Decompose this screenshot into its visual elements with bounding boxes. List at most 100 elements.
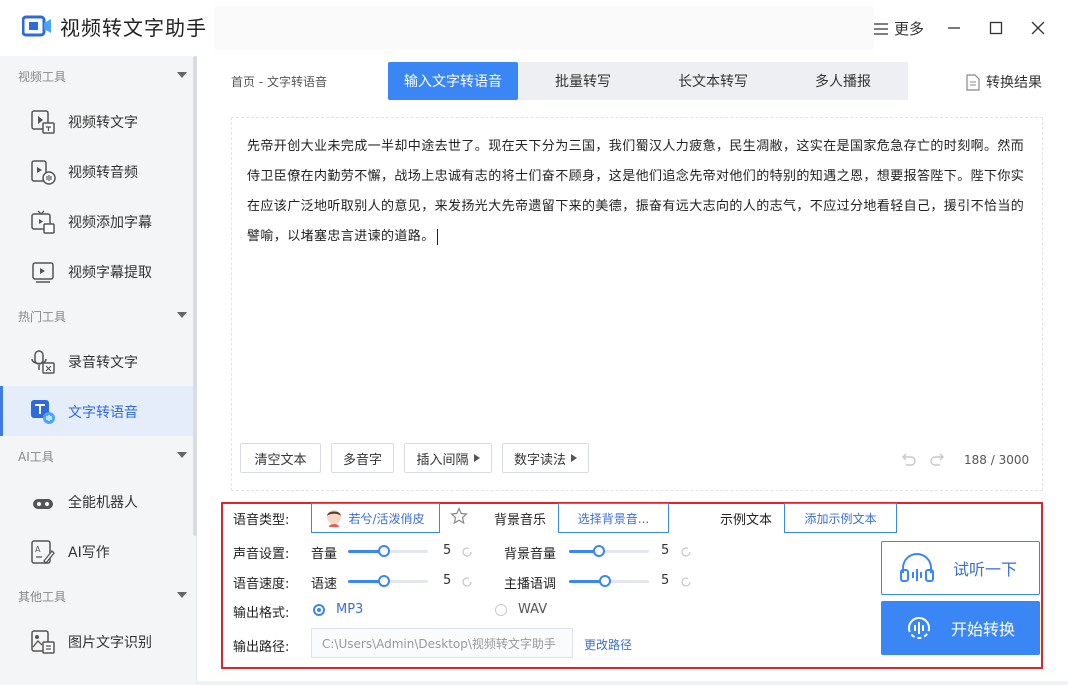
char-count-separator: /: [990, 453, 995, 467]
char-max: 3000: [998, 453, 1030, 467]
reset-volume-icon[interactable]: [461, 546, 473, 558]
listen-label: 试听一下: [953, 560, 1018, 579]
sidebar-item-label: 视频转音频: [68, 165, 138, 181]
sidebar-item-text-to-speech[interactable]: 文字转语音: [0, 386, 193, 436]
add-sample-text-button[interactable]: 添加示例文本: [784, 503, 897, 533]
sidebar-item-label: AI写作: [68, 545, 110, 561]
number-reading-button[interactable]: 数字读法: [502, 443, 589, 473]
sidebar-group-ai-tools[interactable]: AI工具: [0, 436, 197, 476]
sidebar-item-ai-writing[interactable]: A AI写作: [0, 526, 193, 576]
sidebar-group-hot-tools[interactable]: 热门工具: [0, 296, 197, 336]
close-button[interactable]: [1024, 14, 1052, 42]
sidebar-item-label: 视频字幕提取: [68, 265, 152, 281]
reset-bg-volume-icon[interactable]: [680, 546, 692, 558]
pitch-label: 主播语调: [504, 577, 557, 592]
format-mp3-radio[interactable]: [313, 604, 325, 616]
sidebar-group-other-tools[interactable]: 其他工具: [0, 576, 197, 616]
volume-value: 5: [443, 543, 452, 558]
output-path-label: 输出路径:: [233, 640, 290, 655]
maximize-button[interactable]: [982, 14, 1010, 42]
group-label: AI工具: [18, 450, 54, 464]
title-banner-area: [214, 6, 874, 50]
app-title: 视频转文字助手: [60, 16, 207, 40]
group-label: 热门工具: [18, 310, 67, 324]
start-convert-button[interactable]: 开始转换: [881, 601, 1040, 655]
insert-pause-button[interactable]: 插入间隔: [404, 443, 492, 473]
tab-batch-transcribe[interactable]: 批量转写: [518, 62, 648, 100]
voice-type-label: 语音类型:: [233, 513, 290, 528]
format-wav-radio[interactable]: [495, 604, 507, 616]
tab-text-to-speech[interactable]: 输入文字转语音: [388, 62, 518, 100]
bg-music-label: 背景音乐: [494, 513, 547, 528]
caret-down-icon: [177, 72, 187, 78]
format-mp3-label[interactable]: MP3: [336, 602, 363, 617]
text-to-speech-icon: [31, 400, 55, 424]
sidebar-item-subtitle-extract[interactable]: 视频字幕提取: [0, 246, 193, 296]
volume-slider[interactable]: [348, 545, 428, 557]
bg-volume-slider[interactable]: [569, 545, 649, 557]
pitch-slider[interactable]: [569, 575, 649, 587]
format-wav-label[interactable]: WAV: [518, 602, 547, 617]
char-count: 188: [964, 453, 987, 467]
video-to-text-icon: [31, 110, 55, 134]
sidebar-item-robot[interactable]: 全能机器人: [0, 476, 193, 526]
sidebar: 视频工具 视频转文字 视频转音频 视频添加字幕 视频字幕提取 热门工具 录音转文…: [0, 56, 197, 685]
polyphone-button[interactable]: 多音字: [331, 443, 394, 473]
sound-settings-label: 声音设置:: [233, 547, 290, 562]
minimize-button[interactable]: [940, 14, 968, 42]
reset-rate-icon[interactable]: [461, 576, 473, 588]
menu-icon: [874, 22, 888, 35]
close-icon: [1031, 21, 1045, 35]
add-subtitle-icon: [31, 210, 55, 234]
editor-content[interactable]: 先帝开创大业未完成一半却中途去世了。现在天下分为三国，我们蜀汉人力疲惫，民生凋敝…: [247, 132, 1037, 252]
record-to-text-icon: [31, 350, 55, 374]
pitch-value: 5: [661, 573, 670, 588]
redo-icon[interactable]: [930, 451, 946, 467]
subtitle-extract-icon: [32, 262, 54, 283]
sidebar-item-video-to-text[interactable]: 视频转文字: [0, 96, 193, 146]
title-bar: 视频转文字助手 更多: [0, 0, 1068, 56]
insert-pause-label: 插入间隔: [416, 452, 469, 468]
conversion-result-button[interactable]: 转换结果: [966, 72, 1042, 92]
tab-long-text[interactable]: 长文本转写: [648, 62, 778, 100]
sidebar-item-label: 全能机器人: [68, 495, 138, 511]
sidebar-item-video-to-audio[interactable]: 视频转音频: [0, 146, 193, 196]
sidebar-item-record-to-text[interactable]: 录音转文字: [0, 336, 193, 386]
more-menu-button[interactable]: 更多: [874, 18, 924, 39]
sidebar-item-label: 录音转文字: [68, 355, 138, 371]
rate-value: 5: [443, 573, 452, 588]
voice-avatar-icon: [327, 510, 342, 527]
document-icon: [966, 73, 980, 91]
text-editor[interactable]: 先帝开创大业未完成一半却中途去世了。现在天下分为三国，我们蜀汉人力疲惫，民生凋敝…: [231, 117, 1043, 491]
tab-multi-speaker[interactable]: 多人播报: [778, 62, 908, 100]
headphones-icon: [900, 553, 934, 582]
change-path-link[interactable]: 更改路径: [584, 636, 632, 653]
minimize-icon: [948, 27, 960, 29]
image-ocr-icon: [31, 630, 55, 654]
select-bg-music-button[interactable]: 选择背景音...: [558, 503, 669, 533]
rate-slider[interactable]: [348, 575, 428, 587]
undo-icon[interactable]: [900, 451, 916, 467]
favorite-star-icon[interactable]: [450, 507, 468, 525]
sidebar-item-label: 视频添加字幕: [68, 215, 152, 231]
sidebar-group-video-tools[interactable]: 视频工具: [0, 56, 197, 96]
caret-down-icon: [177, 592, 187, 598]
editor-text: 先帝开创大业未完成一半却中途去世了。现在天下分为三国，我们蜀汉人力疲惫，民生凋敝…: [247, 139, 1025, 244]
sidebar-item-label: 图片文字识别: [68, 635, 152, 651]
sidebar-item-label: 文字转语音: [68, 405, 138, 421]
output-path-input[interactable]: [311, 628, 573, 658]
voice-value: 若兮/活泼俏皮: [348, 511, 425, 526]
start-label: 开始转换: [951, 620, 1016, 639]
reset-pitch-icon[interactable]: [680, 576, 692, 588]
sidebar-item-image-ocr[interactable]: 图片文字识别: [0, 616, 193, 666]
sidebar-item-add-subtitle[interactable]: 视频添加字幕: [0, 196, 193, 246]
clear-text-button[interactable]: 清空文本: [240, 443, 321, 473]
voice-select-button[interactable]: 若兮/活泼俏皮: [311, 503, 440, 533]
result-label: 转换结果: [986, 75, 1042, 91]
preview-listen-button[interactable]: 试听一下: [881, 541, 1040, 595]
sample-text-label: 示例文本: [720, 513, 773, 528]
output-format-label: 输出格式:: [233, 606, 290, 621]
maximize-icon: [989, 21, 1003, 35]
bottom-edge: [197, 681, 1068, 685]
group-label: 视频工具: [18, 70, 67, 84]
